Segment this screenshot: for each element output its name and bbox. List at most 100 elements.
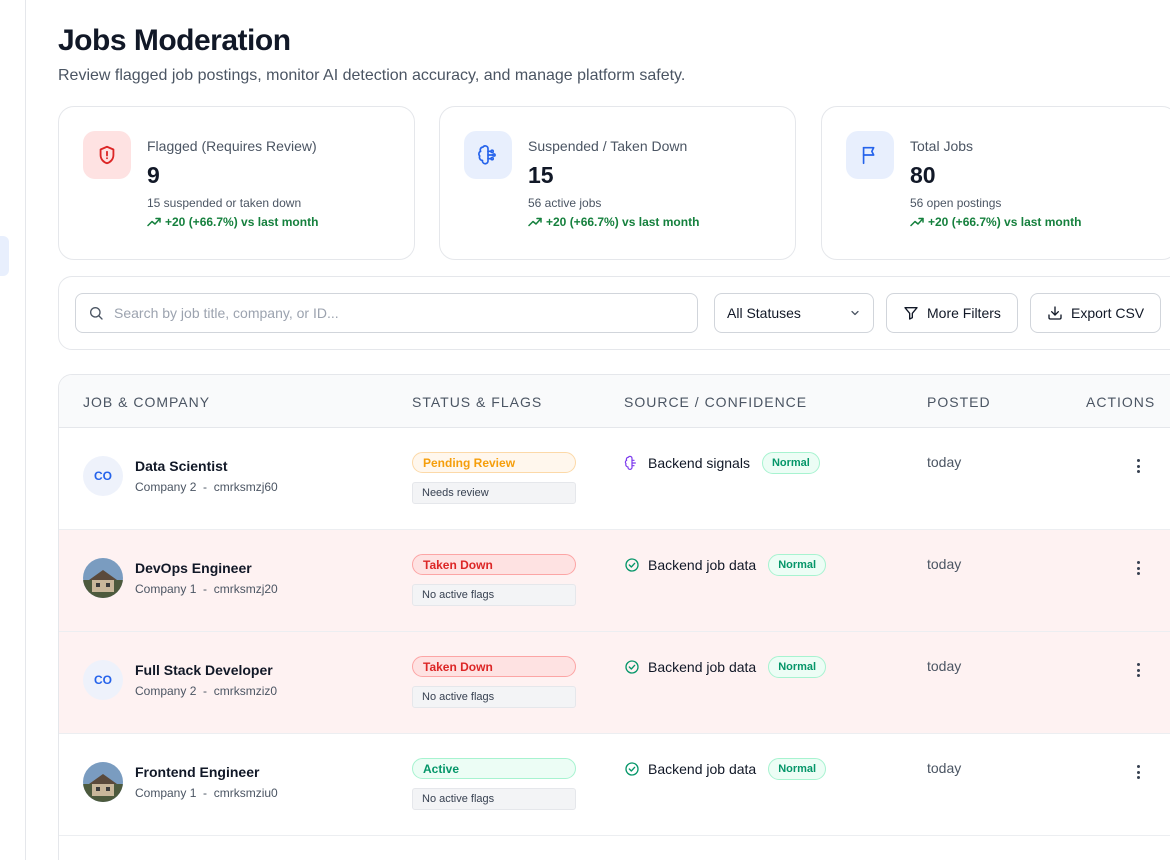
shield-alert-icon [83,131,131,179]
check-circle-icon [625,762,639,776]
stat-card-suspended: Suspended / Taken Down 15 56 active jobs… [439,106,796,260]
company-avatar [83,558,123,598]
stat-card-flagged: Flagged (Requires Review) 9 15 suspended… [58,106,415,260]
trending-up-icon [910,217,924,227]
download-icon [1048,306,1062,320]
export-csv-label: Export CSV [1071,305,1145,321]
posted-date: today [927,658,962,674]
stat-label: Suspended / Taken Down [528,138,688,154]
source-label: Backend signals [648,455,750,471]
check-circle-icon [625,558,639,572]
brain-icon [624,455,636,470]
job-id: cmrksmziz0 [213,684,278,698]
posted-date: today [927,760,962,776]
sidebar [0,0,26,860]
column-header-source: SOURCE / CONFIDENCE [624,394,808,410]
trending-up-icon [528,217,542,227]
meta-separator: - [203,684,208,698]
company-name: Company 1 [135,582,197,596]
posted-date: today [927,454,962,470]
trending-up-icon [147,217,161,227]
job-meta: Company 2 - cmrksmzj60 [135,480,278,494]
chevron-down-icon [851,310,859,316]
flag-summary: No active flags [412,584,576,606]
stat-trend-text: +20 (+66.7%) vs last month [546,215,700,229]
status-badge: Pending Review [412,452,576,473]
stat-trend-text: +20 (+66.7%) vs last month [928,215,1082,229]
stat-value: 9 [147,162,160,188]
table-row[interactable]: CO Full Stack Developer Company 2 - cmrk… [59,632,1170,734]
job-title[interactable]: DevOps Engineer [135,560,252,576]
source-label: Backend job data [648,659,757,675]
job-meta: Company 2 - cmrksmziz0 [135,684,277,698]
confidence-badge: Normal [768,758,827,780]
more-actions-icon[interactable] [1131,764,1145,780]
confidence-badge: Normal [768,656,827,678]
job-id: cmrksmziu0 [213,786,278,800]
more-actions-icon[interactable] [1131,662,1145,678]
more-actions-icon[interactable] [1131,560,1145,576]
meta-separator: - [203,480,208,494]
company-name: Company 2 [135,480,197,494]
job-id: cmrksmzj20 [213,582,278,596]
job-title[interactable]: Frontend Engineer [135,764,259,780]
flag-summary: No active flags [412,788,576,810]
company-photo-icon [83,558,123,598]
filter-icon [904,307,918,320]
job-title[interactable]: Full Stack Developer [135,662,273,678]
export-csv-button[interactable]: Export CSV [1030,293,1162,333]
column-header-posted: POSTED [927,394,991,410]
company-name: Company 2 [135,684,197,698]
search-input[interactable] [114,305,674,321]
stat-label: Flagged (Requires Review) [147,138,317,154]
table-row[interactable]: DevOps Engineer Company 1 - cmrksmzj20 T… [59,530,1170,632]
more-filters-button[interactable]: More Filters [886,293,1018,333]
column-header-actions: ACTIONS [1086,394,1156,410]
source-cell: Backend job data Normal [624,554,827,576]
stat-sub: 56 open postings [910,196,1002,210]
source-label: Backend job data [648,761,757,777]
company-avatar [83,762,123,802]
jobs-table: JOB & COMPANY STATUS & FLAGS SOURCE / CO… [58,374,1170,860]
meta-separator: - [203,582,208,596]
check-circle-icon [625,660,639,674]
page-title: Jobs Moderation [58,24,291,57]
table-header: JOB & COMPANY STATUS & FLAGS SOURCE / CO… [59,375,1170,428]
search-box[interactable] [75,293,698,333]
brain-icon [464,131,512,179]
table-row[interactable]: Frontend Engineer Company 1 - cmrksmziu0… [59,734,1170,836]
status-select[interactable]: All Statuses [714,293,874,333]
posted-date: today [927,556,962,572]
source-cell: Backend signals Normal [624,452,820,474]
company-name: Company 1 [135,786,197,800]
filter-toolbar: All Statuses More Filters Export CSV [58,276,1170,350]
more-filters-label: More Filters [927,305,1001,321]
flag-summary: No active flags [412,686,576,708]
stat-card-total: Total Jobs 80 56 open postings +20 (+66.… [821,106,1170,260]
confidence-badge: Normal [768,554,827,576]
status-badge: Taken Down [412,554,576,575]
stat-trend: +20 (+66.7%) vs last month [147,215,318,229]
column-header-job: JOB & COMPANY [83,394,211,410]
status-select-value: All Statuses [727,305,801,321]
main-content: Jobs Moderation Review flagged job posti… [58,0,1170,860]
job-meta: Company 1 - cmrksmziu0 [135,786,278,800]
more-actions-icon[interactable] [1131,458,1145,474]
source-label: Backend job data [648,557,757,573]
status-badge: Taken Down [412,656,576,677]
stat-trend: +20 (+66.7%) vs last month [528,215,699,229]
stat-sub: 15 suspended or taken down [147,196,302,210]
company-avatar: CO [83,456,123,496]
source-cell: Backend job data Normal [624,656,827,678]
stat-value: 80 [910,162,936,188]
job-meta: Company 1 - cmrksmzj20 [135,582,278,596]
stat-sub: 56 active jobs [528,196,602,210]
confidence-badge: Normal [761,452,820,474]
table-row[interactable]: CO Data Scientist Company 2 - cmrksmzj60… [59,428,1170,530]
column-header-status: STATUS & FLAGS [412,394,543,410]
job-title[interactable]: Data Scientist [135,458,228,474]
stat-trend-text: +20 (+66.7%) vs last month [165,215,319,229]
source-cell: Backend job data Normal [624,758,827,780]
company-avatar: CO [83,660,123,700]
sidebar-active-indicator[interactable] [0,236,9,276]
